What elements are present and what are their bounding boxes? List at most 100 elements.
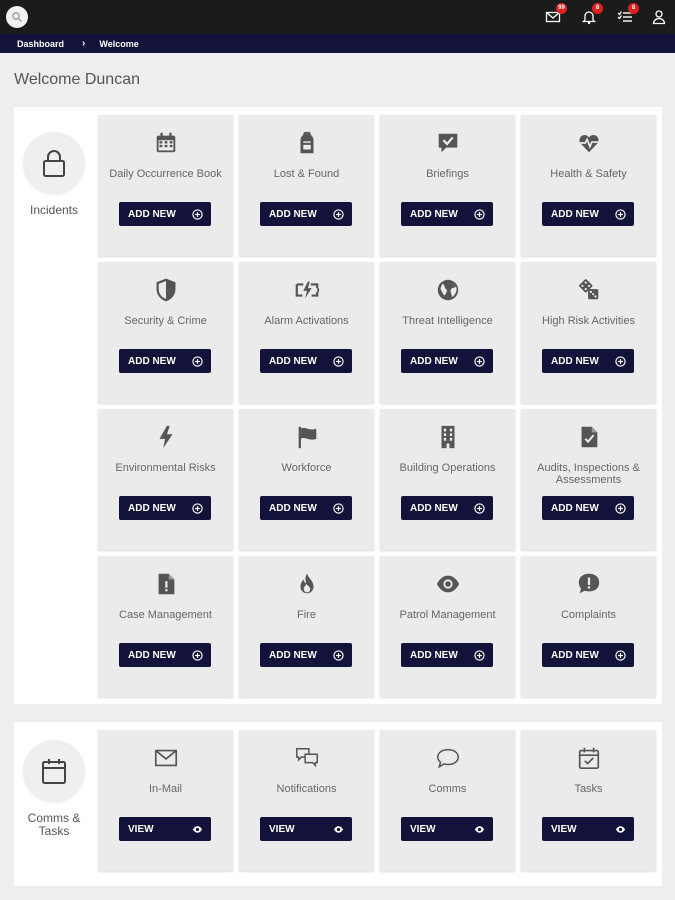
dice-icon xyxy=(521,277,656,305)
tasks-button[interactable]: 8 xyxy=(617,3,639,25)
tile-label: Health & Safety xyxy=(550,168,627,180)
mail-badge: 99 xyxy=(556,3,567,14)
tile-label: Patrol Management xyxy=(399,609,496,621)
heart-pulse-icon xyxy=(521,130,656,158)
add-new-button-health-and-safety[interactable]: ADD NEW xyxy=(542,202,634,226)
tile-high-risk-activities[interactable]: High Risk Activities ADD NEW xyxy=(521,262,656,403)
add-new-button-threat-intelligence[interactable]: ADD NEW xyxy=(401,349,493,373)
plus-circle-icon xyxy=(615,502,626,514)
add-new-button-label: ADD NEW xyxy=(128,649,176,661)
app-logo[interactable] xyxy=(6,6,28,28)
comms-circle xyxy=(23,740,85,802)
add-new-button-fire[interactable]: ADD NEW xyxy=(260,643,352,667)
add-new-button-alarm-activations[interactable]: ADD NEW xyxy=(260,349,352,373)
notifications-badge: 8 xyxy=(592,3,603,14)
view-button-label: VIEW xyxy=(551,823,577,835)
tile-case-management[interactable]: Case Management ADD NEW xyxy=(98,556,233,697)
tile-tasks[interactable]: Tasks VIEW xyxy=(521,730,656,871)
add-new-button-audits-inspections-and-assessments[interactable]: ADD NEW xyxy=(542,496,634,520)
add-new-button-label: ADD NEW xyxy=(551,649,599,661)
plus-circle-icon xyxy=(333,649,344,661)
add-new-button-label: ADD NEW xyxy=(128,502,176,514)
tile-label: Comms xyxy=(428,783,467,795)
lock-icon xyxy=(43,150,65,177)
view-button-label: VIEW xyxy=(410,823,436,835)
tile-daily-occurrence-book[interactable]: Daily Occurrence Book ADD NEW xyxy=(98,115,233,256)
tile-label: In-Mail xyxy=(148,783,182,795)
view-button-in-mail[interactable]: VIEW xyxy=(119,817,211,841)
notifications-button[interactable]: 8 xyxy=(581,3,603,25)
bolt-battery-icon xyxy=(239,277,374,305)
plus-circle-icon xyxy=(333,502,344,514)
tile-notifications[interactable]: Notifications VIEW xyxy=(239,730,374,871)
add-new-button-label: ADD NEW xyxy=(128,208,176,220)
add-new-button-high-risk-activities[interactable]: ADD NEW xyxy=(542,349,634,373)
plus-circle-icon xyxy=(474,208,485,220)
add-new-button-building-operations[interactable]: ADD NEW xyxy=(401,496,493,520)
plus-circle-icon xyxy=(615,649,626,661)
tile-audits-inspections-and-assessments[interactable]: Audits, Inspections & Assessments ADD NEW xyxy=(521,409,656,550)
comms-section-head: Comms & Tasks xyxy=(14,740,94,838)
view-button-comms[interactable]: VIEW xyxy=(401,817,493,841)
tile-health-and-safety[interactable]: Health & Safety ADD NEW xyxy=(521,115,656,256)
tile-label: Daily Occurrence Book xyxy=(109,168,222,180)
tile-label: Audits, Inspections & Assessments xyxy=(537,462,640,486)
tile-label: Briefings xyxy=(426,168,469,180)
plus-circle-icon xyxy=(474,502,485,514)
plus-circle-icon xyxy=(192,502,203,514)
add-new-button-lost-and-found[interactable]: ADD NEW xyxy=(260,202,352,226)
add-new-button-label: ADD NEW xyxy=(410,355,458,367)
lightning-icon xyxy=(98,424,233,452)
building-icon xyxy=(380,424,515,452)
add-new-button-case-management[interactable]: ADD NEW xyxy=(119,643,211,667)
tile-lost-and-found[interactable]: Lost & Found ADD NEW xyxy=(239,115,374,256)
tile-alarm-activations[interactable]: Alarm Activations ADD NEW xyxy=(239,262,374,403)
tile-label: Security & Crime xyxy=(124,315,207,327)
calendar-icon xyxy=(98,130,233,158)
page-title: Welcome Duncan xyxy=(14,71,140,88)
breadcrumb-dashboard[interactable]: Dashboard xyxy=(17,39,64,49)
add-new-button-daily-occurrence-book[interactable]: ADD NEW xyxy=(119,202,211,226)
tile-label: Fire xyxy=(297,609,316,621)
plus-circle-icon xyxy=(474,649,485,661)
tile-workforce[interactable]: Workforce ADD NEW xyxy=(239,409,374,550)
tile-complaints[interactable]: Complaints ADD NEW xyxy=(521,556,656,697)
plus-circle-icon xyxy=(333,355,344,367)
comms-label: Comms & Tasks xyxy=(27,811,81,838)
eye-small-icon xyxy=(192,825,203,833)
tile-fire[interactable]: Fire ADD NEW xyxy=(239,556,374,697)
tile-patrol-management[interactable]: Patrol Management ADD NEW xyxy=(380,556,515,697)
file-alert-icon xyxy=(98,571,233,599)
tile-threat-intelligence[interactable]: Threat Intelligence ADD NEW xyxy=(380,262,515,403)
tile-environmental-risks[interactable]: Environmental Risks ADD NEW xyxy=(98,409,233,550)
add-new-button-security-and-crime[interactable]: ADD NEW xyxy=(119,349,211,373)
tile-briefings[interactable]: Briefings ADD NEW xyxy=(380,115,515,256)
add-new-button-complaints[interactable]: ADD NEW xyxy=(542,643,634,667)
file-check-icon xyxy=(521,424,656,452)
eye-small-icon xyxy=(615,825,626,833)
view-button-notifications[interactable]: VIEW xyxy=(260,817,352,841)
plus-circle-icon xyxy=(615,355,626,367)
tile-building-operations[interactable]: Building Operations ADD NEW xyxy=(380,409,515,550)
incidents-section-head: Incidents xyxy=(14,132,94,217)
add-new-button-workforce[interactable]: ADD NEW xyxy=(260,496,352,520)
profile-button[interactable] xyxy=(651,9,667,25)
view-button-tasks[interactable]: VIEW xyxy=(542,817,634,841)
tile-in-mail[interactable]: In-Mail VIEW xyxy=(98,730,233,871)
add-new-button-environmental-risks[interactable]: ADD NEW xyxy=(119,496,211,520)
alert-bubble-icon xyxy=(521,571,656,599)
add-new-button-patrol-management[interactable]: ADD NEW xyxy=(401,643,493,667)
incidents-circle xyxy=(23,132,85,194)
add-new-button-label: ADD NEW xyxy=(269,355,317,367)
mail-button[interactable]: 99 xyxy=(545,3,567,25)
add-new-button-briefings[interactable]: ADD NEW xyxy=(401,202,493,226)
add-new-button-label: ADD NEW xyxy=(551,502,599,514)
tile-label: Workforce xyxy=(281,462,332,474)
top-bar: 99 8 8 xyxy=(0,0,675,34)
breadcrumb: Dashboard › Welcome xyxy=(0,34,675,53)
plus-circle-icon xyxy=(615,208,626,220)
tile-label: Threat Intelligence xyxy=(402,315,493,327)
tile-security-and-crime[interactable]: Security & Crime ADD NEW xyxy=(98,262,233,403)
chat-check-icon xyxy=(380,130,515,158)
tile-comms[interactable]: Comms VIEW xyxy=(380,730,515,871)
